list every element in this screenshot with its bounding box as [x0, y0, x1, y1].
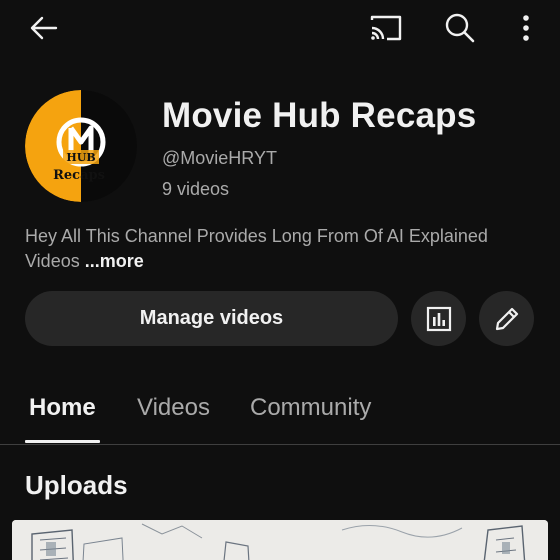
channel-description[interactable]: Hey All This Channel Provides Long From … — [25, 224, 535, 274]
channel-tabs: Home Videos Community — [0, 378, 560, 444]
more-options-button[interactable] — [506, 8, 546, 48]
back-button[interactable] — [20, 8, 68, 48]
edit-channel-button[interactable] — [479, 291, 534, 346]
back-arrow-icon — [30, 16, 58, 40]
search-icon — [445, 13, 475, 43]
pencil-icon — [495, 307, 518, 330]
tab-community[interactable]: Community — [250, 394, 371, 422]
logo-word-top: HUB — [66, 151, 95, 164]
logo-word-bottom: Recaps — [53, 168, 105, 183]
video-thumbnail[interactable] — [12, 520, 548, 560]
tabs-divider — [0, 444, 560, 445]
description-more-link[interactable]: ...more — [85, 251, 144, 271]
channel-page: HUB Recaps Movie Hub Recaps @MovieHRYT 9… — [0, 0, 560, 560]
sketch-thumbnail-image — [12, 520, 548, 560]
channel-logo-icon: HUB Recaps — [25, 90, 137, 202]
channel-avatar[interactable]: HUB Recaps — [25, 90, 137, 202]
channel-name: Movie Hub Recaps — [162, 96, 477, 135]
channel-handle: @MovieHRYT — [162, 148, 277, 168]
top-app-bar — [0, 0, 560, 58]
analytics-button[interactable] — [411, 291, 466, 346]
analytics-icon — [426, 306, 451, 331]
more-vertical-icon — [523, 15, 529, 41]
channel-video-count: 9 videos — [162, 179, 230, 199]
tab-home[interactable]: Home — [29, 394, 96, 422]
manage-videos-button[interactable]: Manage videos — [25, 291, 398, 346]
tab-videos[interactable]: Videos — [137, 394, 210, 422]
uploads-section-title: Uploads — [25, 470, 128, 500]
cast-button[interactable] — [362, 8, 410, 48]
active-tab-indicator — [25, 440, 100, 443]
search-button[interactable] — [436, 8, 484, 48]
cast-icon — [370, 15, 402, 41]
